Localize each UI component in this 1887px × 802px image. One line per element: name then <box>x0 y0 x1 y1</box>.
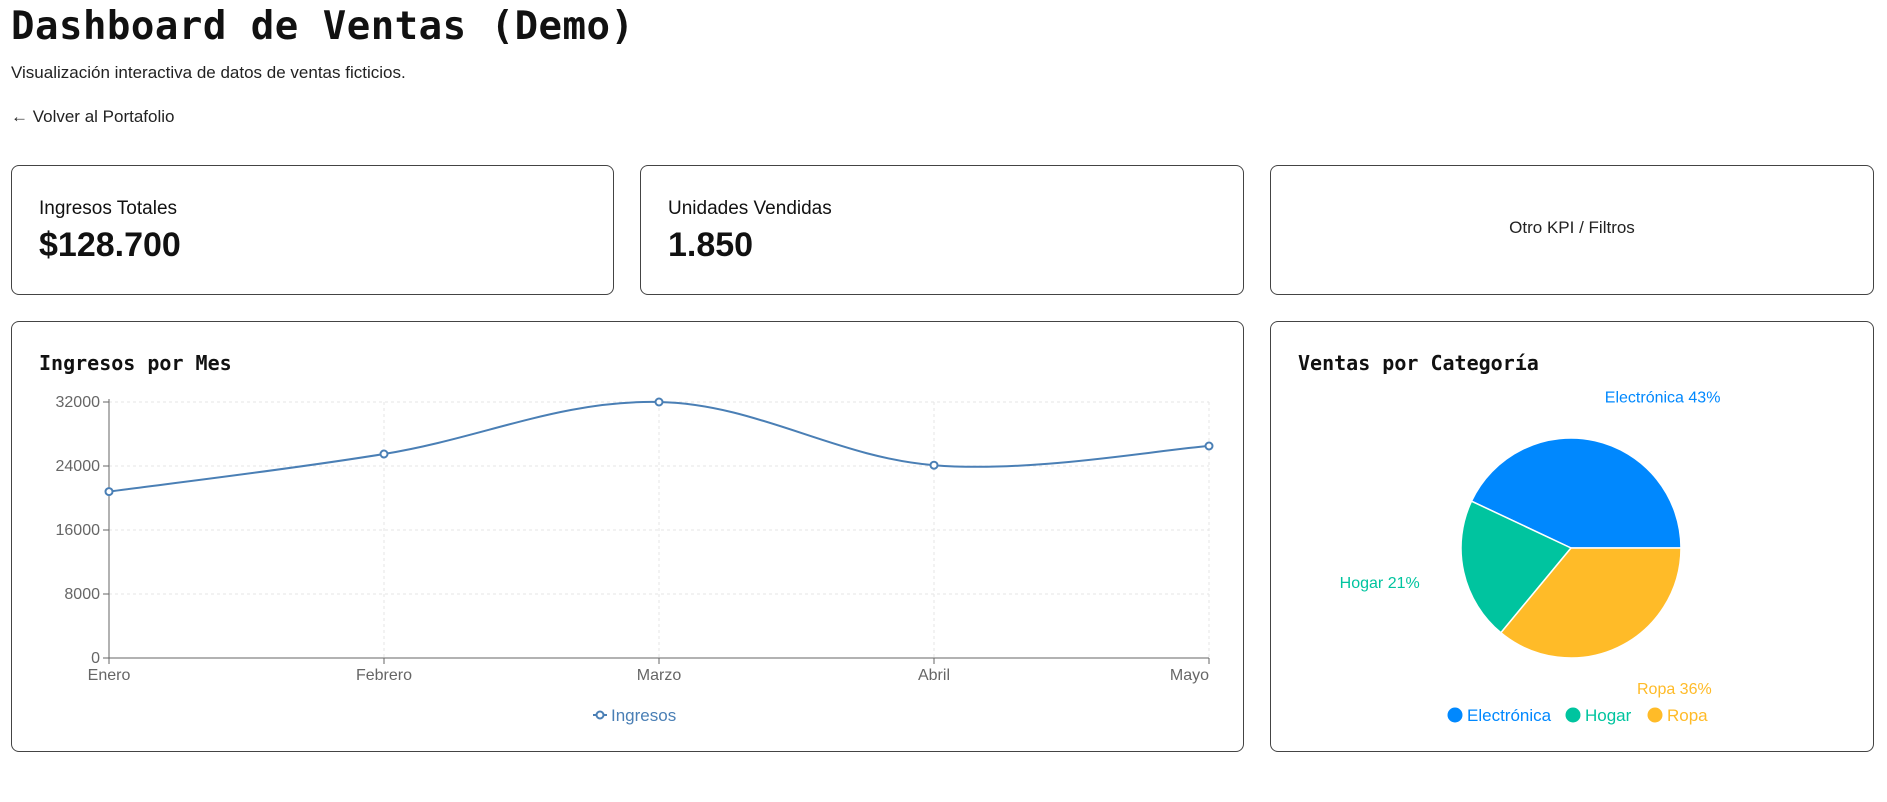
data-point <box>654 397 664 407</box>
x-tick-label: Febrero <box>356 667 412 684</box>
y-tick-label: 8000 <box>64 586 100 603</box>
pie-slice-label: Ropa 36% <box>1637 681 1712 698</box>
page-title: Dashboard de Ventas (Demo) <box>11 4 635 49</box>
legend-point-marker <box>595 710 605 720</box>
kpi-card-units: Unidades Vendidas 1.850 <box>640 165 1244 295</box>
kpi-placeholder-text: Otro KPI / Filtros <box>1509 218 1635 237</box>
data-point <box>1204 441 1214 451</box>
x-tick-label: Abril <box>918 667 950 684</box>
legend-swatch <box>1447 707 1463 723</box>
legend-swatch <box>1565 707 1581 723</box>
kpi-card-revenue: Ingresos Totales $128.700 <box>11 165 614 295</box>
y-tick-label: 16000 <box>56 522 101 539</box>
legend-label: Ropa <box>1667 706 1708 725</box>
x-tick-label: Marzo <box>637 667 682 684</box>
pie-slice-label: Hogar 21% <box>1340 575 1420 592</box>
pie-chart: Electrónica 43% Hogar 21% Ropa 36% Electrón… <box>1340 390 1721 725</box>
kpi-label: Ingresos Totales <box>39 198 178 219</box>
data-point <box>929 460 939 470</box>
y-tick-label: 32000 <box>56 394 101 411</box>
line-chart-title: Ingresos por Mes <box>39 351 232 375</box>
x-tick-label: Mayo <box>1170 667 1209 684</box>
kpi-value: $128.700 <box>39 226 181 264</box>
legend-label: Electrónica <box>1467 706 1552 725</box>
legend-label: Hogar <box>1585 706 1632 725</box>
kpi-card-placeholder: Otro KPI / Filtros <box>1270 165 1874 295</box>
kpi-label: Unidades Vendidas <box>668 198 832 219</box>
line-chart: 0 8000 16000 24000 32000 Enero Febrero Marzo Abr… <box>56 394 1214 725</box>
pie-chart-title: Ventas por Categoría <box>1298 351 1539 375</box>
legend-swatch <box>1647 707 1663 723</box>
kpi-value: 1.850 <box>668 226 754 264</box>
x-tick-label: Enero <box>88 667 131 684</box>
pie-slice-label: Electrónica 43% <box>1605 390 1721 407</box>
y-tick-label: 0 <box>91 650 100 667</box>
data-point <box>104 487 114 497</box>
back-to-portfolio-link[interactable]: ← Volver al Portafolio <box>11 107 174 127</box>
data-point <box>379 449 389 459</box>
y-tick-label: 24000 <box>56 458 101 475</box>
page-subtitle: Visualización interactiva de datos de ve… <box>11 63 406 82</box>
legend-label: Ingresos <box>611 706 676 725</box>
